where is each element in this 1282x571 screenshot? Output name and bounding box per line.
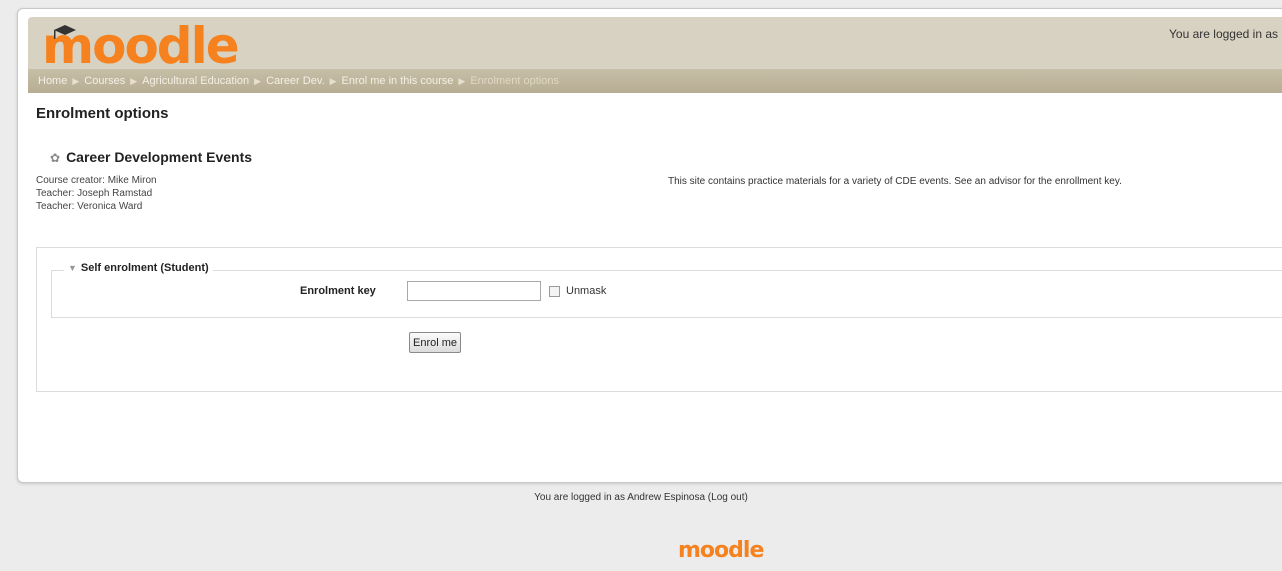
moodle-logo[interactable]: moodle [42, 19, 240, 73]
breadcrumb: Home ▶ Courses ▶ Agricultural Education ▶ Care… [28, 69, 1282, 93]
breadcrumb-agricultural-education[interactable]: Agricultural Education [142, 75, 249, 87]
course-contacts: Course creator: Mike Miron Teacher: Jose… [36, 174, 157, 213]
breadcrumb-career-dev[interactable]: Career Dev. [266, 75, 324, 87]
legend-text: Self enrolment (Student) [80, 262, 209, 274]
unmask-label: Unmask [566, 285, 607, 297]
breadcrumb-current: Enrolment options [470, 75, 559, 87]
login-status: You are logged in as [1169, 27, 1278, 41]
breadcrumb-separator-icon: ▶ [72, 76, 80, 86]
page-title: Enrolment options [36, 105, 169, 122]
course-title[interactable]: ✿ Career Development Events [50, 149, 252, 165]
enrol-me-button[interactable]: Enrol me [409, 332, 462, 353]
self-enrolment-fieldset: ▼ Self enrolment (Student) [51, 262, 1282, 318]
footer-moodle-logo[interactable]: moodle [678, 538, 764, 563]
enrolment-form: ▼ Self enrolment (Student) Enrolment key … [36, 247, 1282, 392]
enrolment-key-label: Enrolment key [300, 285, 376, 297]
breadcrumb-separator-icon: ▶ [130, 76, 138, 86]
breadcrumb-courses[interactable]: Courses [84, 75, 125, 87]
course-summary: This site contains practice materials fo… [668, 176, 1122, 187]
graduation-cap-icon [54, 25, 76, 39]
contact-teacher[interactable]: Teacher: Joseph Ramstad [36, 187, 157, 200]
contact-teacher[interactable]: Teacher: Veronica Ward [36, 200, 157, 213]
contact-creator[interactable]: Course creator: Mike Miron [36, 174, 157, 187]
enrolment-key-input[interactable] [407, 281, 541, 301]
breadcrumb-separator-icon: ▶ [329, 76, 337, 86]
course-title-text[interactable]: Career Development Events [66, 149, 252, 165]
footer-login-status[interactable]: You are logged in as Andrew Espinosa (Lo… [0, 492, 1282, 503]
breadcrumb-enrol-me[interactable]: Enrol me in this course [342, 75, 454, 87]
course-icon: ✿ [50, 151, 61, 165]
unmask-checkbox[interactable]: Unmask [549, 285, 606, 297]
fieldset-legend[interactable]: ▼ Self enrolment (Student) [64, 262, 213, 274]
breadcrumb-separator-icon: ▶ [458, 76, 466, 86]
checkbox-icon[interactable] [549, 285, 560, 297]
breadcrumb-home[interactable]: Home [38, 75, 67, 87]
breadcrumb-separator-icon: ▶ [254, 76, 262, 86]
collapse-triangle-icon[interactable]: ▼ [68, 263, 77, 273]
site-header: moodle You are logged in as [28, 17, 1282, 77]
page-container: moodle You are logged in as Home ▶ Courses… [17, 8, 1282, 483]
